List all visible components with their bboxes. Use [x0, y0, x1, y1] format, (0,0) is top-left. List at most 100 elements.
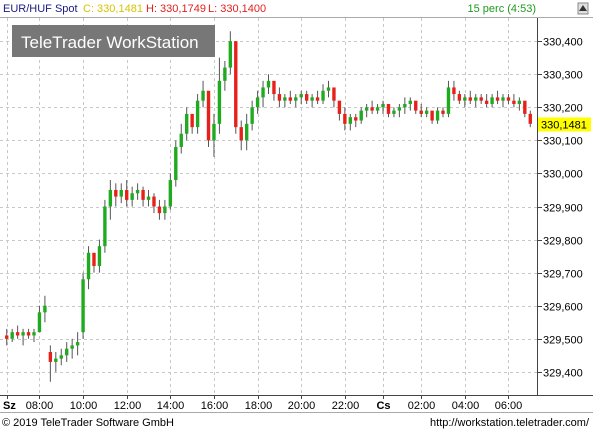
candle-body	[228, 41, 233, 68]
website-link[interactable]: http://workstation.teletrader.com/	[430, 417, 590, 429]
candle-body	[190, 113, 194, 128]
candle-body	[424, 110, 429, 114]
candle-body	[223, 67, 227, 81]
candle-body	[294, 97, 298, 101]
header-scroll-arrow[interactable]	[577, 2, 589, 15]
candle-body	[452, 87, 456, 95]
last-price-label: 330,1481	[541, 119, 587, 131]
candle-body	[414, 100, 418, 111]
x-tick-label: Cs	[376, 400, 390, 412]
copyright-text: © 2019 TeleTrader Software GmbH	[2, 417, 174, 429]
candle-body	[92, 252, 96, 267]
candle-body	[490, 97, 494, 104]
y-tick-label: 329,400	[543, 368, 583, 380]
candle-body	[141, 189, 145, 200]
candle-body	[484, 100, 489, 104]
candle-body	[419, 110, 423, 114]
candle-body	[10, 332, 14, 339]
candle-body	[195, 100, 200, 128]
x-tick-label: 20:00	[288, 400, 316, 412]
candle-body	[26, 332, 31, 336]
candle-body	[288, 97, 293, 101]
candle-body	[168, 180, 173, 207]
candle-body	[37, 312, 42, 333]
candle-body	[364, 107, 369, 111]
candle-body	[152, 196, 156, 207]
candle-body	[326, 87, 331, 91]
candle-body	[479, 97, 483, 101]
candle-body	[135, 189, 140, 194]
candle-body	[495, 97, 500, 101]
candle-body	[354, 117, 358, 121]
candle-body	[212, 123, 216, 141]
candle-body	[523, 100, 527, 114]
candle-body	[457, 94, 462, 101]
candle-body	[392, 110, 396, 114]
candle-body	[315, 97, 320, 101]
candle-body	[528, 113, 532, 124]
candle-body	[244, 123, 249, 141]
candle-body	[108, 189, 113, 207]
x-tick-label: 12:00	[114, 400, 142, 412]
candle-body	[43, 305, 47, 313]
candle-body	[185, 113, 189, 134]
candle-body	[266, 80, 271, 88]
candle-body	[54, 358, 58, 362]
candle-body	[468, 97, 472, 101]
watermark-logo: TeleTrader WorkStation	[12, 25, 215, 57]
candle-body	[114, 189, 118, 197]
x-tick-label: 16:00	[201, 400, 229, 412]
candle-body	[70, 345, 74, 349]
candle-body	[146, 196, 151, 200]
candle-body	[501, 97, 505, 101]
candle-body	[441, 110, 445, 114]
candle-body	[201, 90, 205, 101]
candle-body	[59, 355, 63, 359]
candle-body	[321, 90, 325, 101]
candle-body	[337, 100, 342, 114]
candle-body	[81, 279, 85, 333]
candle-body	[435, 110, 440, 121]
x-tick-label: 10:00	[70, 400, 98, 412]
low-price-label: L: 330,1400	[208, 3, 266, 15]
candle-body	[86, 252, 91, 280]
candle-body	[48, 352, 53, 362]
y-tick-label: 330,400	[543, 37, 583, 49]
x-tick-label: 22:00	[332, 400, 360, 412]
candle-body	[157, 206, 162, 214]
candle-body	[250, 107, 254, 124]
x-tick-label: 18:00	[245, 400, 273, 412]
candle	[234, 41, 238, 134]
candle-body	[130, 193, 134, 200]
y-tick-label: 329,900	[543, 203, 583, 215]
candle-body	[21, 332, 25, 336]
candle-body	[359, 110, 363, 121]
candle-body	[343, 113, 347, 124]
interval-label: 15 perc (4:53)	[468, 3, 536, 15]
symbol-label: EUR/HUF Spot	[3, 3, 78, 15]
candle-body	[234, 41, 238, 128]
candle-body	[179, 133, 183, 147]
candle-body	[348, 117, 352, 124]
last-price-marker: 330,1481	[538, 117, 591, 132]
candle-body	[430, 110, 434, 121]
candle-body	[163, 206, 167, 214]
high-price-label: H: 330,1749	[146, 3, 206, 15]
candle-body	[217, 80, 222, 124]
candle-body	[65, 348, 69, 356]
y-tick-label: 330,300	[543, 70, 583, 82]
candle-body	[408, 100, 412, 104]
candle-body	[403, 103, 407, 108]
y-tick-label: 330,100	[543, 136, 583, 148]
candle-body	[310, 97, 314, 101]
candle-body	[32, 332, 36, 336]
candle-body	[174, 146, 178, 181]
candle-body	[277, 94, 282, 101]
candle-body	[283, 97, 287, 101]
candle	[174, 140, 178, 187]
y-tick-label: 329,600	[543, 302, 583, 314]
candle-body	[5, 335, 9, 339]
candle	[206, 90, 211, 147]
candle-body	[299, 94, 303, 98]
candle-body	[474, 97, 478, 101]
